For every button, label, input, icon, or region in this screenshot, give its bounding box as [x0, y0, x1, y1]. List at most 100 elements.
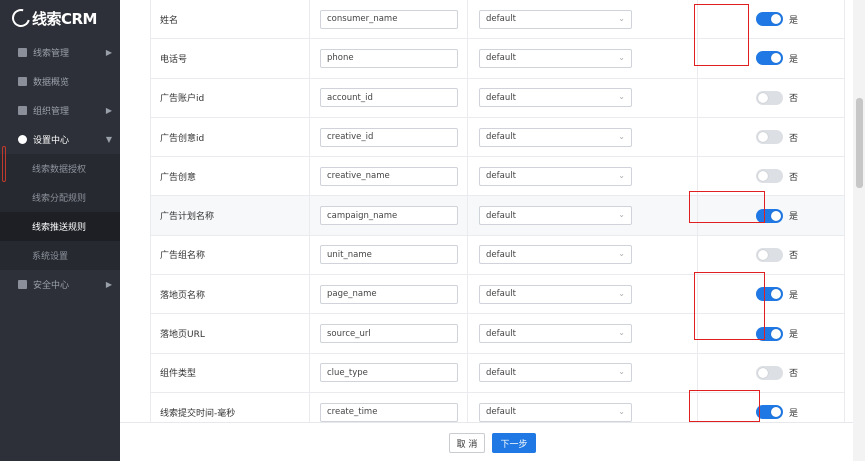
field-key-cell: campaign_name [310, 196, 468, 235]
enable-toggle[interactable] [756, 365, 783, 380]
enable-toggle[interactable] [756, 169, 783, 184]
format-value: default [486, 210, 516, 221]
field-key-input[interactable]: consumer_name [320, 9, 458, 29]
format-cell: default ⌄ [468, 353, 698, 392]
format-select[interactable]: default ⌄ [479, 127, 632, 147]
field-key-input[interactable]: creative_id [320, 127, 458, 147]
field-name-cell: 广告创意 [150, 157, 310, 196]
field-key-input[interactable]: phone [320, 48, 458, 68]
format-select[interactable]: default ⌄ [479, 363, 632, 383]
toggle-label: 否 [789, 172, 799, 183]
sidebar-scroll-handle[interactable] [2, 146, 6, 182]
field-key-input[interactable]: clue_type [320, 363, 458, 383]
format-cell: default ⌄ [468, 314, 698, 353]
format-select[interactable]: default ⌄ [479, 166, 632, 186]
field-key-cell: creative_name [310, 157, 468, 196]
toggle-knob [771, 328, 781, 339]
enable-cell: 否 [698, 157, 845, 196]
field-name-cell: 广告创意id [150, 117, 310, 157]
sidebar-subitem-assign-rules[interactable]: 线索分配规则 [0, 183, 120, 212]
format-select[interactable]: default ⌄ [479, 402, 632, 422]
enable-toggle[interactable] [756, 51, 783, 66]
field-name-cell: 组件类型 [150, 353, 310, 392]
format-select[interactable]: default ⌄ [479, 206, 632, 226]
logo-icon [8, 5, 34, 31]
format-select[interactable]: default ⌄ [479, 9, 632, 29]
toggle-knob [758, 249, 768, 260]
field-key-input[interactable]: page_name [320, 284, 458, 304]
field-key-cell: creative_id [310, 117, 468, 157]
org-icon [18, 106, 27, 115]
toggle-label: 否 [789, 251, 799, 262]
field-name: 广告账户id [160, 94, 205, 105]
sidebar-item-settings-center[interactable]: 设置中心 ▼ [0, 125, 120, 154]
enable-cell: 否 [698, 235, 845, 275]
footer-bar: 取 消 下一步 [120, 422, 853, 461]
field-key-input[interactable]: account_id [320, 88, 458, 108]
format-select[interactable]: default ⌄ [479, 88, 632, 108]
chevron-down-icon: ⌄ [618, 131, 625, 141]
format-value: default [486, 407, 516, 418]
sidebar-item-label: 组织管理 [33, 107, 70, 117]
chevron-right-icon: ▶ [105, 48, 112, 57]
format-cell: default ⌄ [468, 117, 698, 157]
sidebar-item-data-overview[interactable]: 数据概览 [0, 67, 120, 96]
format-select[interactable]: default ⌄ [479, 245, 632, 265]
field-name-cell: 广告账户id [150, 78, 310, 117]
format-cell: default ⌄ [468, 0, 698, 39]
vertical-scrollbar[interactable] [853, 0, 865, 461]
sidebar-item-label: 数据概览 [33, 78, 70, 88]
sidebar-item-clue-management[interactable]: 线索管理 ▶ [0, 38, 120, 67]
sidebar-subitem-system-settings[interactable]: 系统设置 [0, 241, 120, 270]
next-step-button[interactable]: 下一步 [492, 433, 536, 453]
table-row: 广告创意id creative_id default ⌄ 否 [150, 117, 845, 158]
highlight-box [694, 4, 749, 66]
field-key-input[interactable]: campaign_name [320, 206, 458, 226]
sidebar-item-security-center[interactable]: 安全中心 ▶ [0, 270, 120, 299]
field-name-cell: 广告组名称 [150, 235, 310, 275]
format-select[interactable]: default ⌄ [479, 324, 632, 344]
field-key-input[interactable]: source_url [320, 324, 458, 344]
table-row: 广告账户id account_id default ⌄ 否 [150, 78, 845, 118]
field-name-cell: 落地页URL [150, 314, 310, 353]
toggle-label: 是 [789, 330, 799, 341]
format-cell: default ⌄ [468, 39, 698, 78]
sidebar-subitem-push-rules[interactable]: 线索推送规则 [0, 212, 120, 241]
chevron-right-icon: ▶ [105, 280, 112, 289]
toggle-knob [771, 210, 781, 221]
toggle-label: 是 [789, 212, 799, 223]
sidebar-subitem-data-auth[interactable]: 线索数据授权 [0, 154, 120, 183]
chevron-down-icon: ⌄ [618, 210, 625, 220]
scrollbar-thumb[interactable] [856, 98, 863, 188]
toggle-knob [758, 92, 768, 103]
format-value: default [486, 92, 516, 103]
field-key-input[interactable]: creative_name [320, 166, 458, 186]
gear-icon [18, 135, 27, 144]
enable-toggle[interactable] [756, 247, 783, 262]
chevron-down-icon: ▼ [105, 135, 112, 144]
enable-toggle[interactable] [756, 130, 783, 145]
enable-toggle[interactable] [756, 405, 783, 420]
app-logo[interactable]: 线索CRM [0, 0, 120, 36]
field-key-input[interactable]: unit_name [320, 245, 458, 265]
toggle-knob [771, 289, 781, 300]
cancel-button[interactable]: 取 消 [449, 433, 485, 453]
enable-toggle[interactable] [756, 12, 783, 27]
field-key-input[interactable]: create_time [320, 402, 458, 422]
sidebar: 线索CRM 线索管理 ▶ 数据概览 组织管理 ▶ 设置中心 ▼ 线索数据授权 线… [0, 0, 120, 461]
field-name: 广告创意id [160, 133, 205, 144]
field-key-cell: page_name [310, 275, 468, 314]
toggle-label: 是 [789, 15, 799, 26]
format-cell: default ⌄ [468, 78, 698, 117]
field-key-cell: phone [310, 39, 468, 78]
format-select[interactable]: default ⌄ [479, 48, 632, 68]
field-key-cell: source_url [310, 314, 468, 353]
highlight-box [689, 390, 760, 422]
enable-cell: 否 [698, 78, 845, 117]
enable-toggle[interactable] [756, 90, 783, 105]
field-name: 组件类型 [160, 369, 197, 380]
table-row: 广告组名称 unit_name default ⌄ 否 [150, 235, 845, 276]
field-key-cell: consumer_name [310, 0, 468, 39]
sidebar-item-org-management[interactable]: 组织管理 ▶ [0, 96, 120, 125]
format-select[interactable]: default ⌄ [479, 284, 632, 304]
